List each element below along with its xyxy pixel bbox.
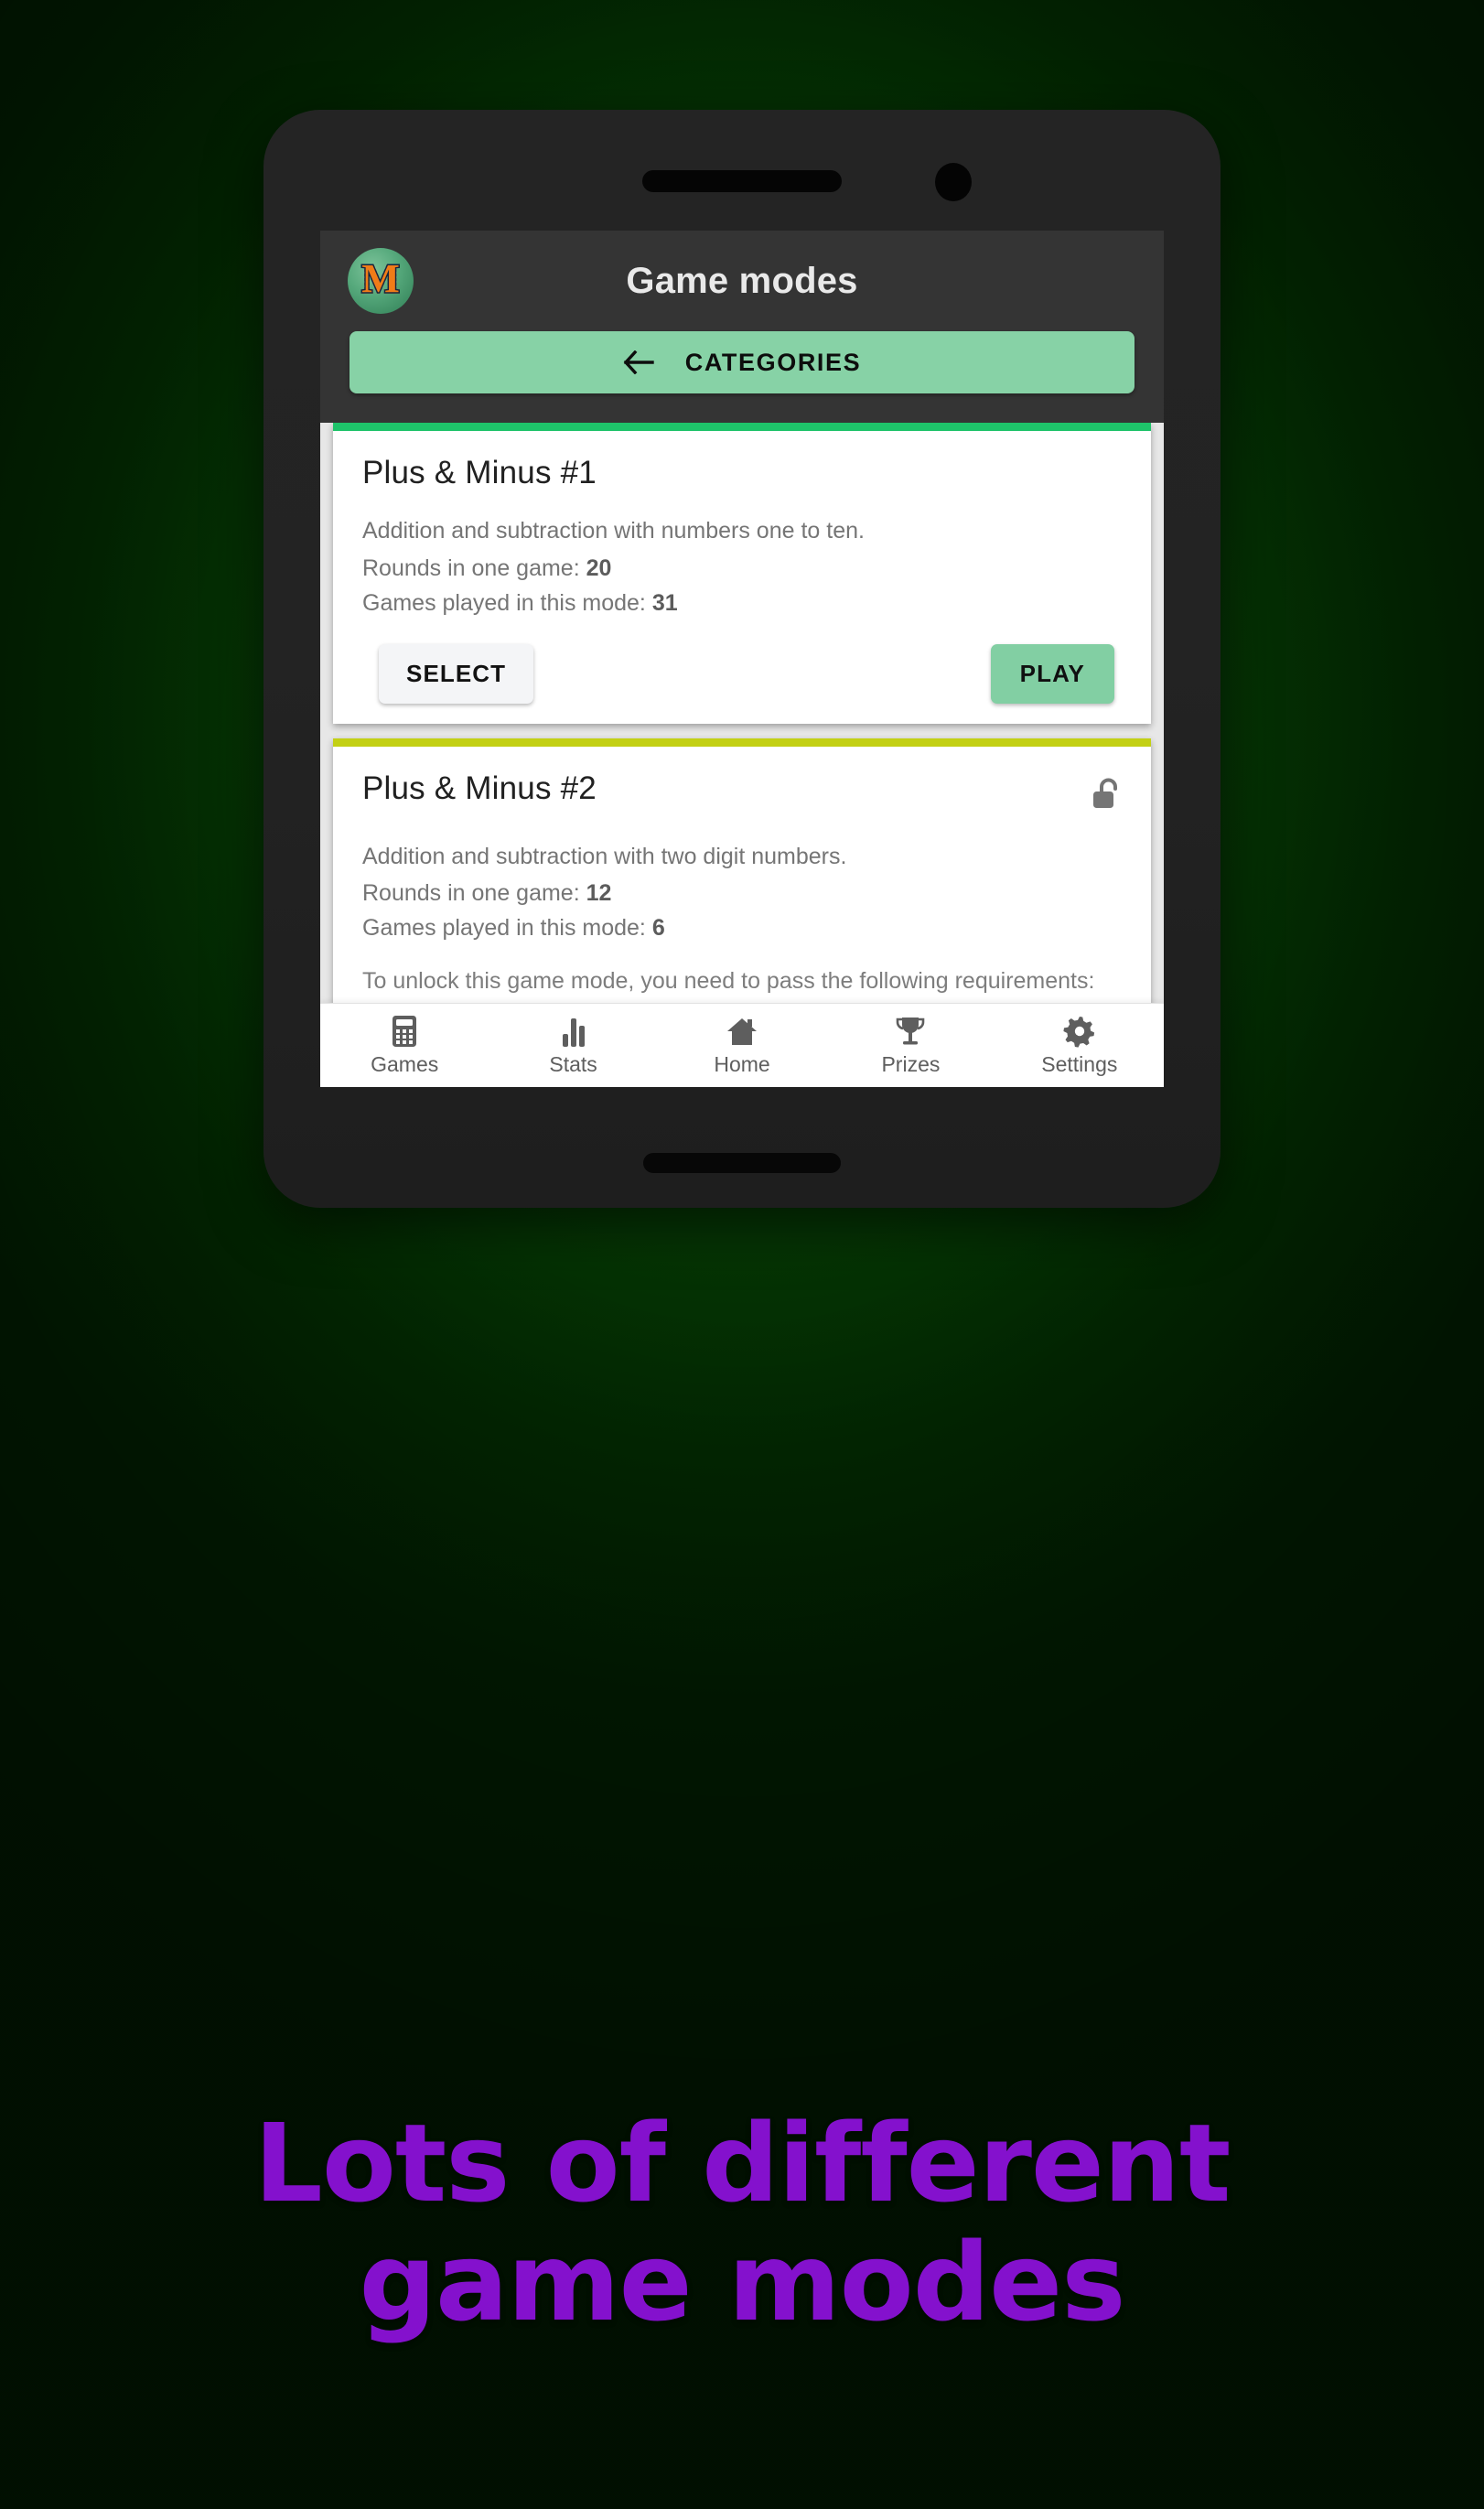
card-title: Plus & Minus #1 (362, 455, 597, 490)
phone-home-bar (643, 1153, 841, 1173)
game-modes-list[interactable]: Plus & Minus #1 Addition and subtraction… (320, 423, 1164, 1003)
app-logo-icon: M (348, 248, 414, 314)
phone-speaker (642, 170, 842, 192)
card-accent-bar (333, 738, 1151, 747)
bar-chart-icon (558, 1014, 589, 1049)
nav-label: Home (714, 1052, 770, 1076)
arrow-left-icon (623, 350, 654, 374)
games-played-label: Games played in this mode: (362, 589, 646, 616)
nav-label: Games (371, 1052, 439, 1076)
nav-label: Settings (1041, 1052, 1118, 1076)
app-bar: M Game modes (320, 231, 1164, 331)
game-mode-card[interactable]: Plus & Minus #2 Addition and subtraction… (333, 738, 1151, 1003)
rounds-stat: Rounds in one game: 20 (362, 555, 1122, 582)
gear-icon (1063, 1014, 1096, 1049)
nav-label: Prizes (881, 1052, 941, 1076)
categories-button[interactable]: CATEGORIES (349, 331, 1135, 393)
game-mode-card[interactable]: Plus & Minus #1 Addition and subtraction… (333, 423, 1151, 724)
unlock-requirements-intro: To unlock this game mode, you need to pa… (362, 968, 1095, 994)
rounds-stat: Rounds in one game: 12 (362, 880, 1122, 907)
games-played-label: Games played in this mode: (362, 915, 646, 941)
nav-label: Stats (549, 1052, 597, 1076)
phone-screen: M Game modes CATEGORIES Plus & Minus #1 … (320, 231, 1164, 1087)
games-played-stat: Games played in this mode: 6 (362, 915, 1122, 942)
phone-camera (935, 163, 972, 201)
calculator-icon (389, 1014, 420, 1049)
app-logo-letter: M (360, 256, 401, 301)
sub-bar: CATEGORIES (320, 331, 1164, 423)
rounds-value: 20 (586, 555, 612, 581)
card-actions: SELECT PLAY (362, 643, 1122, 704)
nav-item-settings[interactable]: Settings (995, 1014, 1164, 1077)
caption-line-2: game modes (359, 2218, 1126, 2345)
home-icon (725, 1014, 759, 1049)
card-description: Addition and subtraction with two digit … (362, 843, 847, 869)
card-description: Addition and subtraction with numbers on… (362, 518, 865, 544)
card-accent-bar (333, 423, 1151, 431)
nav-item-home[interactable]: Home (658, 1014, 826, 1077)
phone-frame: M Game modes CATEGORIES Plus & Minus #1 … (263, 110, 1221, 1208)
promo-caption: Lots of different game modes (0, 2104, 1484, 2345)
rounds-value: 12 (586, 880, 612, 906)
games-played-value: 31 (651, 589, 678, 616)
rounds-label: Rounds in one game: (362, 555, 580, 581)
categories-button-label: CATEGORIES (684, 348, 862, 376)
rounds-label: Rounds in one game: (362, 880, 580, 906)
nav-item-stats[interactable]: Stats (489, 1014, 657, 1077)
select-button[interactable]: SELECT (379, 643, 534, 704)
games-played-stat: Games played in this mode: 31 (362, 590, 1122, 617)
card-title: Plus & Minus #2 (362, 770, 597, 806)
unlock-open-icon (1091, 776, 1122, 817)
games-played-value: 6 (651, 915, 665, 941)
nav-item-games[interactable]: Games (320, 1014, 489, 1077)
play-button[interactable]: PLAY (990, 643, 1114, 704)
bottom-navigation: Games Stats Home Prizes Settings (320, 1003, 1164, 1087)
nav-item-prizes[interactable]: Prizes (826, 1014, 995, 1077)
trophy-icon (895, 1014, 926, 1049)
caption-line-1: Lots of different (253, 2100, 1231, 2226)
page-title: Game modes (626, 260, 858, 301)
